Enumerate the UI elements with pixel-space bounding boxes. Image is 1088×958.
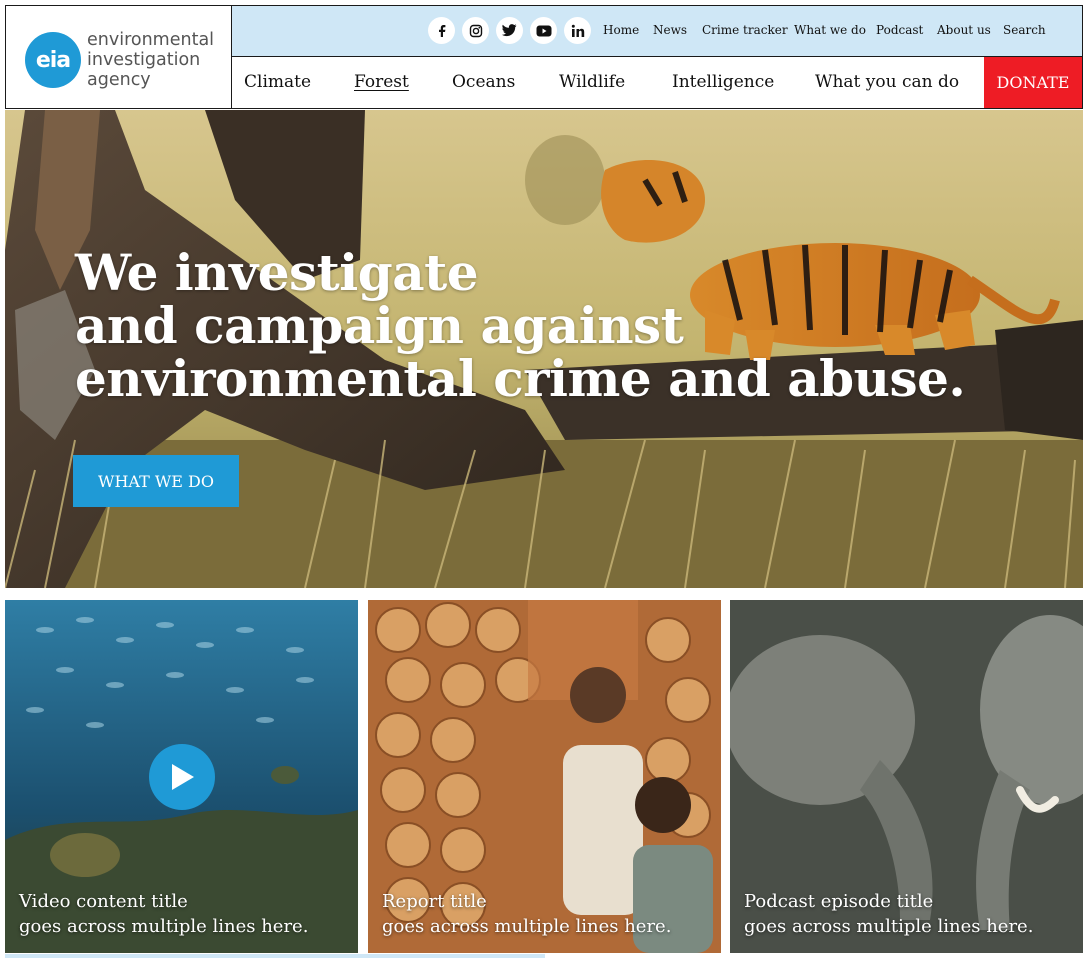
video-card[interactable]: Video content title goes across multiple…	[5, 600, 358, 953]
site-header: eia environmental investigation agency H…	[5, 5, 1083, 109]
nav-climate[interactable]: Climate	[244, 72, 311, 92]
hero-headline-line: and campaign against	[75, 296, 684, 355]
hero-banner: We investigate and campaign against envi…	[5, 110, 1083, 588]
hero-headline-line: We investigate	[75, 243, 479, 302]
instagram-icon[interactable]	[462, 17, 489, 44]
nav-wildlife[interactable]: Wildlife	[559, 72, 625, 92]
util-nav-home[interactable]: Home	[603, 23, 639, 37]
play-button[interactable]	[149, 744, 215, 810]
card-title-line: Video content title	[19, 891, 188, 912]
main-nav: Climate Forest Oceans Wildlife Intellige…	[232, 57, 1082, 108]
logo[interactable]: eia environmental investigation agency	[6, 6, 232, 108]
logo-line: investigation	[87, 50, 201, 70]
donate-button[interactable]: DONATE	[984, 57, 1082, 108]
twitter-icon[interactable]	[496, 17, 523, 44]
facebook-icon[interactable]	[428, 17, 455, 44]
nav-what-you-can-do[interactable]: What you can do	[815, 72, 959, 92]
card-title-line: Podcast episode title	[744, 891, 934, 912]
util-nav-podcast[interactable]: Podcast	[876, 23, 923, 37]
logo-wordmark: environmental investigation agency	[87, 30, 214, 90]
report-card-title: Report title goes across multiple lines …	[382, 889, 711, 939]
nav-intelligence[interactable]: Intelligence	[672, 72, 774, 92]
podcast-card[interactable]: Podcast episode title goes across multip…	[730, 600, 1083, 953]
report-card[interactable]: Report title goes across multiple lines …	[368, 600, 721, 953]
nav-forest[interactable]: Forest	[354, 72, 409, 92]
util-nav-news[interactable]: News	[653, 23, 687, 37]
util-nav-search[interactable]: Search	[1003, 23, 1046, 37]
utility-bar: Home News Crime tracker What we do Podca…	[232, 6, 1082, 57]
util-nav-about-us[interactable]: About us	[937, 23, 991, 37]
card-title-line: goes across multiple lines here.	[382, 916, 672, 937]
what-we-do-button[interactable]: WHAT WE DO	[73, 455, 239, 507]
video-card-title: Video content title goes across multiple…	[19, 889, 348, 939]
util-nav-crime-tracker[interactable]: Crime tracker	[702, 23, 788, 37]
card-title-line: goes across multiple lines here.	[19, 916, 309, 937]
youtube-icon[interactable]	[530, 17, 557, 44]
logo-mark: eia	[25, 32, 81, 88]
hero-headline-line: environmental crime and abuse.	[75, 349, 966, 408]
logo-line: agency	[87, 70, 151, 90]
logo-line: environmental	[87, 30, 215, 50]
nav-oceans[interactable]: Oceans	[452, 72, 515, 92]
linkedin-icon[interactable]	[564, 17, 591, 44]
play-icon	[172, 764, 194, 790]
card-title-line: Report title	[382, 891, 487, 912]
bottom-accent-strip	[5, 954, 545, 958]
hero-headline: We investigate and campaign against envi…	[75, 246, 1035, 405]
util-nav-what-we-do[interactable]: What we do	[794, 23, 866, 37]
podcast-card-title: Podcast episode title goes across multip…	[744, 889, 1073, 939]
card-title-line: goes across multiple lines here.	[744, 916, 1034, 937]
